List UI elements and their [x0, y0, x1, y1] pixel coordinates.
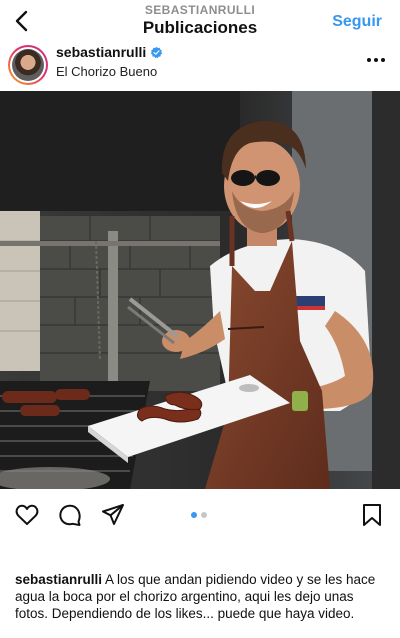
heart-icon[interactable]	[14, 502, 40, 528]
caption-username[interactable]: sebastianrulli	[15, 572, 102, 587]
post-username-row[interactable]: sebastianrulli	[56, 44, 163, 60]
bookmark-icon[interactable]	[359, 502, 385, 528]
post-caption: sebastianrulli A los que andan pidiendo v…	[15, 571, 390, 622]
carousel-indicator	[191, 512, 207, 518]
carousel-dot	[201, 512, 207, 518]
grill-chef-photo	[0, 91, 400, 489]
back-chevron-icon	[15, 10, 28, 32]
verified-badge-icon	[151, 46, 163, 58]
carousel-dot-active	[191, 512, 197, 518]
avatar[interactable]	[8, 45, 48, 85]
avatar-ring	[10, 47, 46, 83]
header-titles: SEBASTIANRULLI Publicaciones	[100, 3, 300, 39]
header-username: SEBASTIANRULLI	[144, 3, 256, 17]
top-bar: SEBASTIANRULLI Publicaciones Seguir	[0, 0, 400, 46]
comment-icon[interactable]	[57, 502, 83, 528]
back-button[interactable]	[8, 6, 36, 36]
post-action-bar	[0, 500, 400, 530]
more-options-icon[interactable]	[366, 52, 386, 68]
follow-button[interactable]: Seguir	[332, 13, 382, 31]
post-photo[interactable]	[0, 91, 400, 489]
avatar-image	[12, 49, 44, 81]
page-title: Publicaciones	[142, 18, 258, 37]
post-username[interactable]: sebastianrulli	[56, 44, 146, 60]
post-header: sebastianrulli El Chorizo Bueno	[0, 44, 400, 90]
share-icon[interactable]	[100, 502, 126, 528]
post-location[interactable]: El Chorizo Bueno	[56, 64, 157, 79]
